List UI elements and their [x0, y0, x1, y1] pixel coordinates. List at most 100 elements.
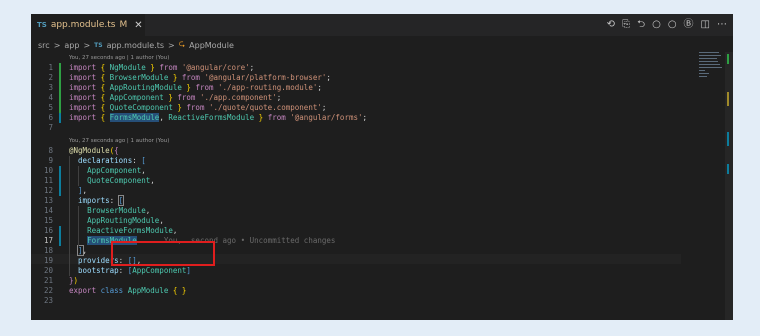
code-line: 8 @NgModule({: [31, 146, 681, 156]
modified-gutter[interactable]: [59, 226, 61, 236]
line-number: 8: [48, 146, 53, 155]
added-gutter[interactable]: [59, 103, 61, 113]
tab-bar: TS app.module.ts M ✕ ⟲ ⎘ ⮌ ○ ○ Ⓑ ◫ ⋯: [31, 14, 733, 36]
tab-label: app.module.ts: [50, 20, 116, 30]
modified-gutter[interactable]: [59, 176, 61, 186]
breadcrumb-symbol[interactable]: AppModule: [189, 41, 234, 50]
code-text: ReactiveFormsModule,: [87, 226, 178, 235]
line-number: 16: [43, 226, 53, 235]
line-number: 6: [48, 113, 53, 122]
line-number: 17: [43, 236, 53, 245]
line-number: 15: [43, 216, 53, 225]
code-line: 6 import { FormsModule, ReactiveFormsMod…: [31, 113, 681, 123]
code-text: import { AppComponent } from './app.comp…: [69, 93, 282, 102]
line-number: 12: [43, 186, 53, 195]
modified-gutter[interactable]: [59, 186, 61, 196]
line-number: 4: [48, 93, 53, 102]
added-gutter[interactable]: [59, 63, 61, 73]
line-number: 7: [48, 123, 53, 132]
class-symbol-icon: ⮎: [178, 39, 186, 48]
code-editor[interactable]: TS app.module.ts M ✕ ⟲ ⎘ ⮌ ○ ○ Ⓑ ◫ ⋯ src…: [31, 14, 733, 320]
code-text: export class AppModule { }: [69, 286, 187, 295]
code-text: import { NgModule } from '@angular/core'…: [69, 63, 255, 72]
breadcrumb-separator: >: [53, 40, 61, 50]
code-text: import { BrowserModule } from '@angular/…: [69, 73, 331, 82]
typescript-file-icon: TS: [94, 41, 103, 49]
code-line: 4 import { AppComponent } from './app.co…: [31, 93, 681, 103]
code-text: bootstrap: [AppComponent]: [78, 266, 191, 275]
modified-gutter[interactable]: [59, 113, 61, 123]
breadcrumb-app[interactable]: app: [64, 41, 79, 50]
overview-ruler-mark: [727, 54, 729, 64]
overview-ruler-mark: [727, 132, 729, 146]
code-line: 22 export class AppModule { }: [31, 286, 681, 296]
added-gutter[interactable]: [59, 93, 61, 103]
code-text: AppComponent,: [87, 166, 146, 175]
codelens-blame[interactable]: You, 27 seconds ago | 1 author (You): [69, 136, 169, 146]
line-number: 11: [43, 176, 53, 185]
code-text: import { QuoteComponent } from './quote/…: [69, 103, 327, 112]
minimap[interactable]: [699, 52, 723, 92]
modified-indicator: M: [119, 20, 128, 30]
more-actions-icon[interactable]: ⋯: [717, 20, 727, 30]
code-text: BrowserModule,: [87, 206, 151, 215]
copilot-icon[interactable]: Ⓑ: [684, 20, 694, 30]
code-line: 14 BrowserModule,: [31, 206, 681, 216]
overview-ruler-mark: [727, 164, 729, 174]
line-number: 13: [43, 196, 53, 205]
code-line: 1 import { NgModule } from '@angular/cor…: [31, 63, 681, 73]
indent-guide: [78, 206, 79, 246]
modified-gutter[interactable]: [59, 166, 61, 176]
code-line: 23: [31, 296, 681, 306]
code-line: 21 }): [31, 276, 681, 286]
line-number: 5: [48, 103, 53, 112]
line-number: 1: [48, 63, 53, 72]
line-number: 10: [43, 166, 53, 175]
code-line: 13 imports: [: [31, 195, 681, 206]
code-line: 15 AppRoutingModule,: [31, 216, 681, 226]
code-line: 3 import { AppRoutingModule } from './ap…: [31, 83, 681, 93]
line-number: 21: [43, 276, 53, 285]
code-text: declarations: [: [78, 156, 146, 165]
go-back-icon[interactable]: ⮌: [637, 20, 645, 30]
line-number: 22: [43, 286, 53, 295]
split-editor-icon[interactable]: ◫: [701, 20, 710, 30]
code-line: 2 import { BrowserModule } from '@angula…: [31, 73, 681, 83]
close-icon[interactable]: ✕: [134, 20, 142, 31]
line-number: 2: [48, 73, 53, 82]
code-text: import { FormsModule, ReactiveFormsModul…: [69, 113, 368, 122]
code-line: 20 bootstrap: [AppComponent]: [31, 266, 681, 276]
code-text: ],: [77, 245, 88, 256]
breadcrumb-src[interactable]: src: [38, 41, 50, 50]
codelens-blame[interactable]: You, 27 seconds ago | 1 author (You): [69, 53, 169, 63]
next-change-icon[interactable]: ○: [668, 20, 677, 30]
code-text: import { AppRoutingModule } from './app-…: [69, 83, 322, 92]
code-line: 9 declarations: [: [31, 156, 681, 166]
breadcrumb-separator: >: [168, 40, 175, 50]
code-line: 12 ],: [31, 186, 681, 196]
added-gutter[interactable]: [59, 73, 61, 83]
compare-icon[interactable]: ⎘: [622, 20, 630, 30]
line-number: 9: [48, 156, 53, 165]
modified-gutter[interactable]: [59, 236, 61, 246]
indent-guide: [78, 166, 79, 186]
history-icon[interactable]: ⟲: [607, 20, 615, 30]
code-line: 11 QuoteComponent,: [31, 176, 681, 186]
line-number: 20: [43, 266, 53, 275]
breadcrumb-file[interactable]: app.module.ts: [107, 41, 164, 50]
line-number: 14: [43, 206, 53, 215]
breadcrumb: src > app > TS app.module.ts > ⮎ AppModu…: [38, 39, 234, 51]
line-number: 23: [43, 296, 53, 305]
breadcrumb-separator: >: [83, 40, 91, 50]
code-line: 16 ReactiveFormsModule,: [31, 226, 681, 236]
prev-change-icon[interactable]: ○: [652, 20, 661, 30]
tab-app-module[interactable]: TS app.module.ts M ✕: [31, 14, 145, 36]
code-text: ],: [78, 186, 88, 195]
code-line: 5 import { QuoteComponent } from './quot…: [31, 103, 681, 113]
indent-guide: [69, 156, 70, 276]
code-line: 10 AppComponent,: [31, 166, 681, 176]
code-text: @NgModule({: [69, 146, 119, 155]
annotation-highlight-box: [111, 241, 215, 266]
code-text: }): [69, 276, 79, 285]
added-gutter[interactable]: [59, 83, 61, 93]
